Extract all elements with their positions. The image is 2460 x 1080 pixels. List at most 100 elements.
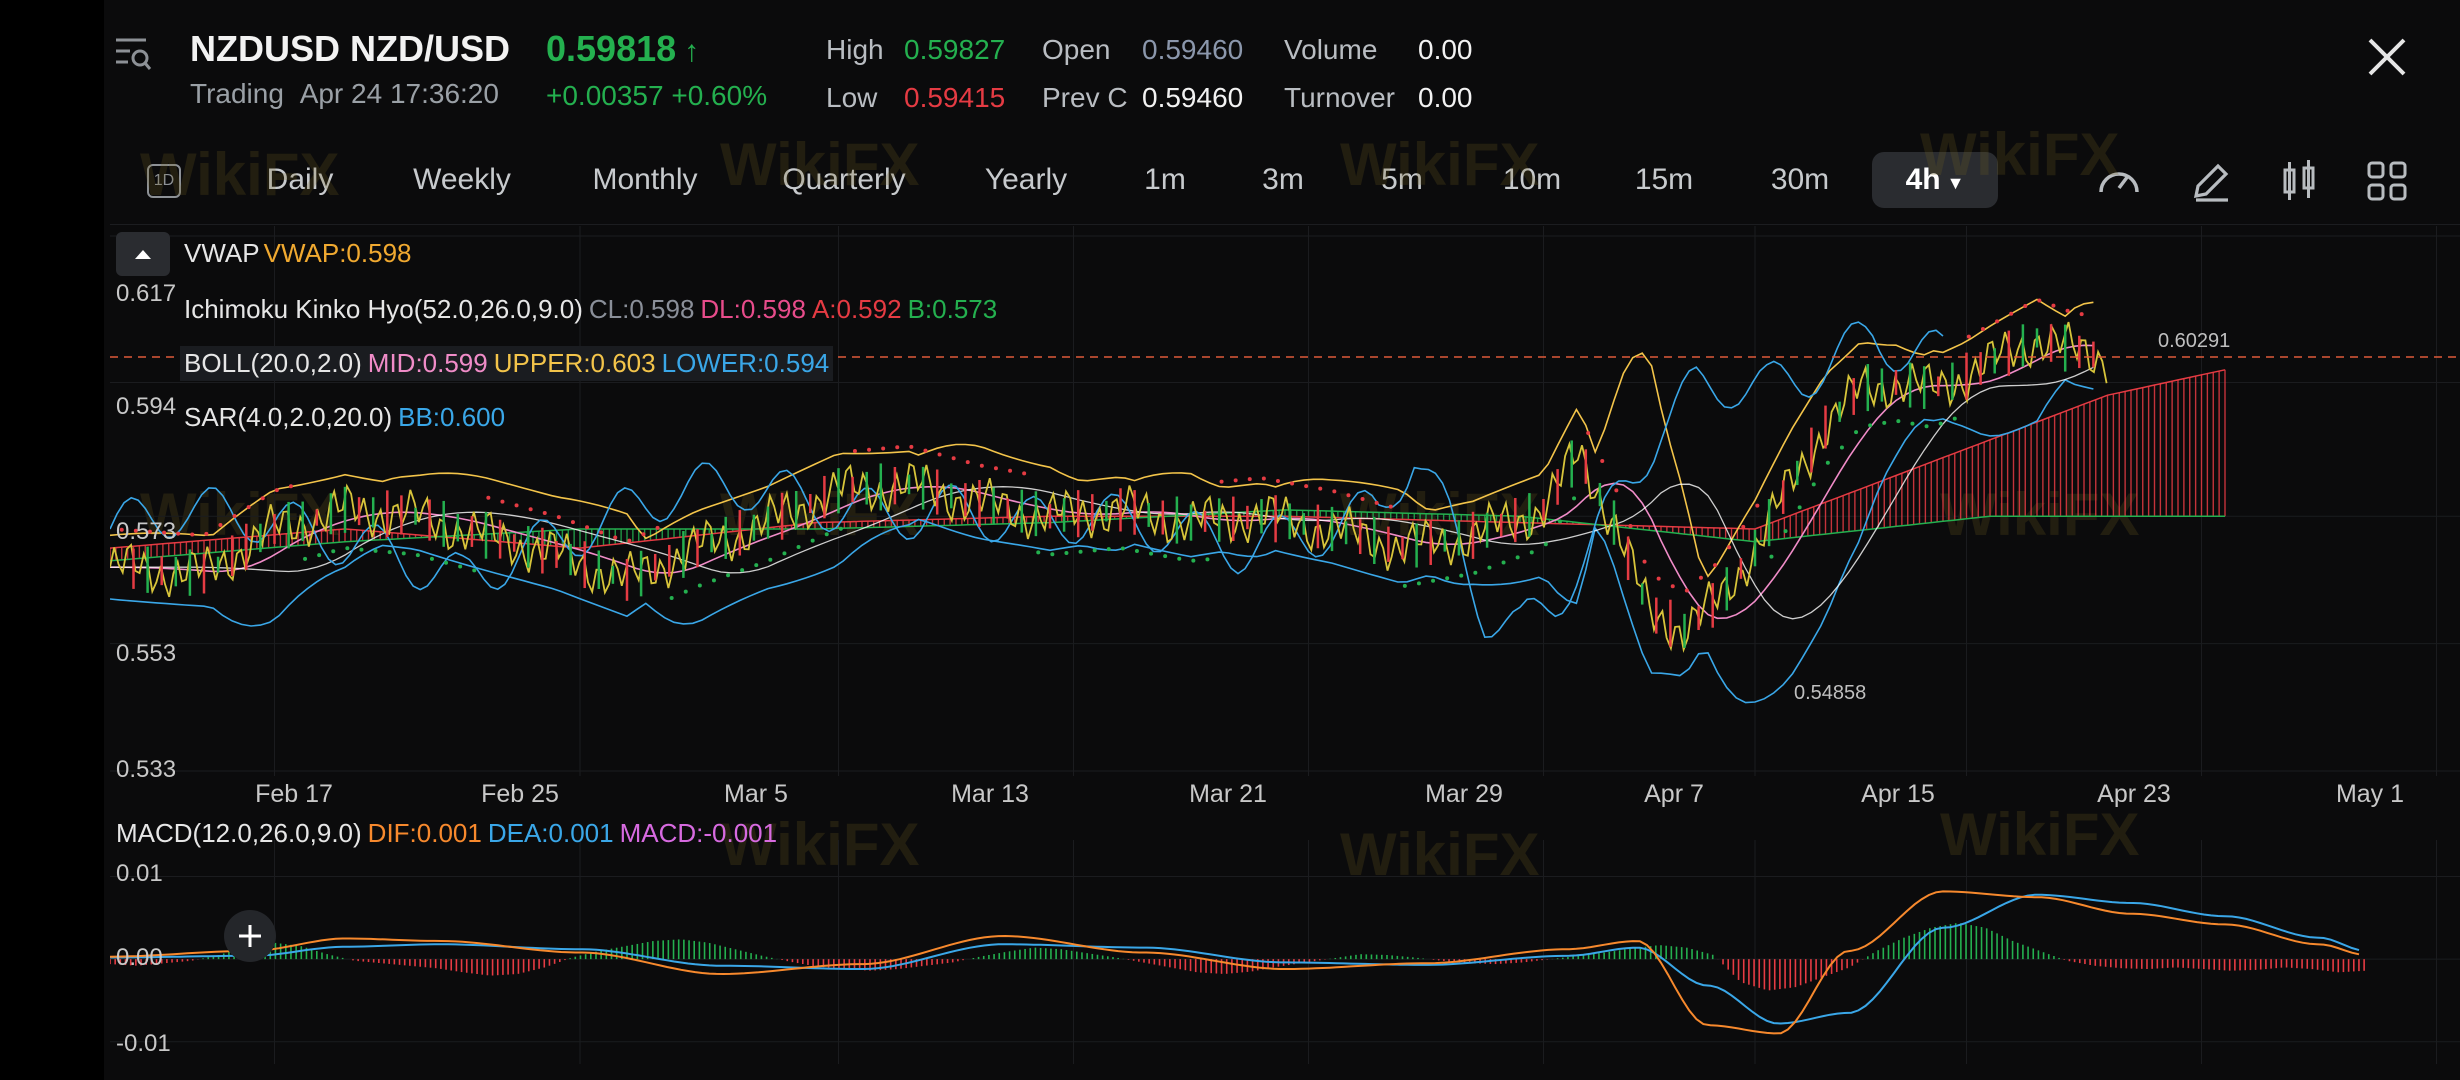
sar-dot <box>796 545 801 550</box>
watermark: WikiFX <box>140 141 340 208</box>
sar-bb: BB:0.600 <box>398 402 506 432</box>
sar-dot <box>627 538 632 543</box>
sar-dot <box>1402 583 1407 588</box>
sar-dot <box>2065 308 2070 313</box>
sar-dot <box>1868 423 1873 428</box>
macd-chart[interactable] <box>110 840 2460 1064</box>
tab-1m[interactable]: 1m <box>1130 150 1200 210</box>
close-icon[interactable] <box>2362 32 2412 82</box>
sar-dot <box>218 522 223 527</box>
sar-dot <box>697 583 702 588</box>
sar-dot <box>1473 570 1478 575</box>
sar-dot <box>387 550 392 555</box>
sar-dot <box>711 578 716 583</box>
sar-dot <box>429 556 434 561</box>
sar-dot <box>1825 460 1830 465</box>
sar-dot <box>288 484 293 489</box>
sar-dot <box>1120 546 1125 551</box>
last-price: 0.59818 ↑ <box>546 28 699 70</box>
macd-dif: DIF:0.001 <box>367 818 482 848</box>
sar-dot <box>1487 565 1492 570</box>
grid-icon[interactable] <box>2362 156 2412 206</box>
x-tick-label: Feb 17 <box>255 780 333 808</box>
sar-dot <box>1008 468 1013 473</box>
left-edge-bar <box>0 0 104 1080</box>
sar-dot <box>768 557 773 562</box>
sar-dot <box>641 532 646 537</box>
x-tick-label: Mar 5 <box>724 780 788 808</box>
sar-dot <box>542 511 547 516</box>
x-tick-label: Mar 29 <box>1425 780 1503 808</box>
sar-dot <box>1882 420 1887 425</box>
sar-dot <box>1092 548 1097 553</box>
sar-dot <box>2051 303 2056 308</box>
sar-dot <box>937 452 942 457</box>
sar-dot <box>1149 551 1154 556</box>
sar-dot <box>1431 578 1436 583</box>
sar-dot <box>683 589 688 594</box>
sar-dot <box>345 546 350 551</box>
symbol-title: NZDUSD NZD/USD <box>190 28 510 69</box>
ichimoku-cl: CL:0.598 <box>588 294 695 324</box>
plus-icon <box>239 925 261 947</box>
search-menu-icon[interactable] <box>114 34 152 74</box>
tab-yearly[interactable]: Yearly <box>970 150 1082 210</box>
tab-weekly[interactable]: Weekly <box>396 150 528 210</box>
low-value: 0.59415 <box>904 82 1006 113</box>
tab-15m[interactable]: 15m <box>1620 150 1708 210</box>
sar-dot <box>1938 421 1943 426</box>
sar-dot <box>303 556 308 561</box>
sar-dot <box>458 564 463 569</box>
low-label: Low <box>826 82 878 113</box>
sar-dot <box>260 496 265 501</box>
sar-dot <box>1952 416 1957 421</box>
collapse-indicators-button[interactable] <box>116 232 170 276</box>
x-tick-label: Apr 15 <box>1861 780 1935 808</box>
sar-dot <box>1557 519 1562 524</box>
sar-dot <box>1332 489 1337 494</box>
tab-monthly[interactable]: Monthly <box>576 150 714 210</box>
high-value: 0.59827 <box>904 34 1006 65</box>
sar-dot <box>1318 486 1323 491</box>
sar-dot <box>1670 584 1675 589</box>
open-label: Open <box>1042 34 1111 65</box>
sar-dot <box>782 551 787 556</box>
sar-dot <box>500 499 505 504</box>
volume-label: Volume <box>1284 34 1378 65</box>
candlestick-icon[interactable] <box>2274 156 2324 206</box>
tab-30m[interactable]: 30m <box>1754 150 1846 210</box>
sar-dot <box>274 488 279 493</box>
sar-dot <box>1684 588 1689 593</box>
sar-dot <box>1600 459 1605 464</box>
sar-dot <box>190 532 195 537</box>
y-tick-label: 0.553 <box>116 640 177 667</box>
tab-3m[interactable]: 3m <box>1248 150 1318 210</box>
ichimoku-name: Ichimoku Kinko Hyo(52.0,26.0,9.0) <box>184 294 583 324</box>
sar-dot <box>331 549 336 554</box>
macd-y-tick: -0.01 <box>116 1030 171 1057</box>
sar-dot <box>1346 493 1351 498</box>
prev-close-value: 0.59460 <box>1142 82 1244 113</box>
sar-dot <box>1698 575 1703 580</box>
sar-dot <box>585 525 590 530</box>
sar-dot <box>232 514 237 519</box>
sar-dot <box>1839 445 1844 450</box>
add-indicator-button[interactable] <box>224 910 276 962</box>
sar-dot <box>867 447 872 452</box>
sar-dot <box>1783 529 1788 534</box>
sar-dot <box>246 505 251 510</box>
sar-dot <box>979 463 984 468</box>
sar-dot <box>415 553 420 558</box>
x-tick-label: Feb 25 <box>481 780 559 808</box>
sar-dot <box>444 560 449 565</box>
boll-mid: MID:0.599 <box>367 348 488 378</box>
sar-dot <box>1543 542 1548 547</box>
sar-dot <box>1501 560 1506 565</box>
sar-dot <box>1191 558 1196 563</box>
boll-legend: BOLL(20.0,2.0) MID:0.599 UPPER:0.603 LOWER:… <box>180 346 834 381</box>
price-change: +0.00357 +0.60% <box>546 80 768 111</box>
pencil-icon[interactable] <box>2186 156 2236 206</box>
sar-dot <box>1022 471 1027 476</box>
sar-dot <box>1515 555 1520 560</box>
y-tick-label: 0.594 <box>116 393 177 420</box>
